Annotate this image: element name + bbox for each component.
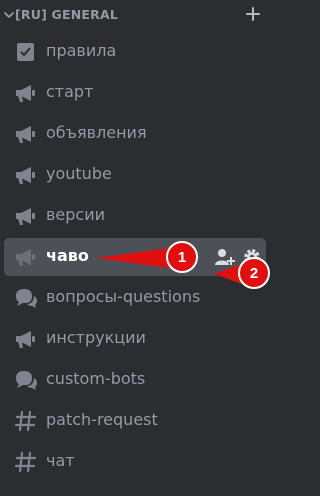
channel-custom-bots[interactable]: custom-bots: [4, 361, 266, 399]
channel-list: [RU] GENERAL правила старт объявления yo…: [0, 0, 278, 496]
announcement-icon: [16, 85, 35, 102]
forum-icon: [16, 371, 37, 390]
announcement-icon: [16, 167, 35, 184]
channel-rules[interactable]: правила: [4, 33, 266, 71]
channel-name: объявления: [46, 123, 147, 142]
channel-start[interactable]: старт: [4, 74, 266, 112]
annotation-badge-1: 1: [166, 241, 198, 273]
chevron-down-icon[interactable]: [2, 8, 16, 22]
announcement-icon: [16, 126, 35, 143]
annotation-badge-2: 2: [238, 257, 270, 289]
hash-icon: [14, 451, 37, 473]
announcement-icon: [16, 249, 35, 266]
channel-patch-request[interactable]: patch-request: [4, 402, 266, 440]
category-header[interactable]: [RU] GENERAL: [0, 0, 278, 32]
rules-icon: [17, 43, 34, 61]
channel-name: чаво: [46, 246, 89, 265]
channel-announcements[interactable]: объявления: [4, 115, 266, 153]
annotation-arrow-1: [96, 248, 170, 268]
hash-icon: [14, 410, 37, 432]
announcement-icon: [16, 331, 35, 348]
channel-name: custom-bots: [46, 369, 146, 388]
channel-name: инструкции: [46, 328, 146, 347]
channel-name: youtube: [46, 164, 112, 183]
channel-name: patch-request: [46, 410, 158, 429]
channel-versions[interactable]: версии: [4, 197, 266, 235]
channel-name: вопросы-questions: [46, 287, 201, 306]
announcement-icon: [16, 208, 35, 225]
channel-chat[interactable]: чат: [4, 443, 266, 481]
category-title[interactable]: [RU] GENERAL: [15, 7, 118, 22]
plus-icon[interactable]: [244, 5, 262, 23]
channel-name: правила: [46, 41, 117, 60]
channel-youtube[interactable]: youtube: [4, 156, 266, 194]
channel-instructions[interactable]: инструкции: [4, 320, 266, 358]
channel-name: чат: [46, 451, 75, 470]
channel-name: старт: [46, 82, 94, 101]
forum-icon: [16, 289, 37, 308]
channel-name: версии: [46, 205, 106, 224]
